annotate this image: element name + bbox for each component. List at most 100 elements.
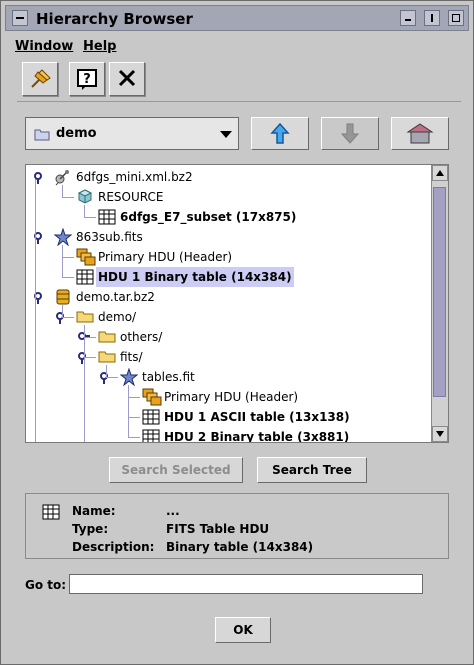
tree-line	[106, 365, 107, 377]
tree-node-label: tables.fit	[142, 370, 195, 384]
tree-line	[62, 317, 74, 318]
tree-line	[62, 305, 63, 317]
cube-icon	[76, 188, 94, 212]
tree-node[interactable]: HDU 2 Binary table (3x881)	[142, 427, 396, 443]
location-combo[interactable]: demo	[25, 117, 239, 150]
hierarchy-tree[interactable]: 6dfgs_mini.xml.bz2 RESOURCE 6dfgs_E7_subse…	[25, 164, 449, 443]
tree-line	[128, 437, 140, 438]
location-label: demo	[56, 126, 97, 141]
tree-line	[62, 197, 74, 198]
tree-line	[84, 357, 96, 358]
tree-node[interactable]: HDU 1 Binary table (14x384)	[76, 267, 396, 287]
tree-line	[84, 205, 85, 217]
tree-line	[84, 217, 96, 218]
type-value: FITS Table HDU	[166, 522, 270, 536]
minimize-icon[interactable]	[400, 10, 416, 26]
ok-button[interactable]: OK	[215, 617, 271, 643]
tree-node[interactable]: 6dfgs_E7_subset (17x875)	[98, 207, 396, 227]
tree-node-label: Primary HDU (Header)	[98, 250, 233, 264]
tree-node[interactable]: 863sub.fits	[53, 227, 396, 247]
title-bar[interactable]: Hierarchy Browser	[5, 5, 469, 31]
tree-node-label: 863sub.fits	[76, 230, 143, 244]
satellite-icon	[54, 168, 72, 192]
tree-node[interactable]: demo/	[76, 307, 396, 327]
close-button[interactable]	[109, 62, 145, 96]
type-label: Type:	[72, 522, 109, 536]
menu-window[interactable]: Window	[15, 39, 73, 54]
description-label: Description:	[72, 540, 155, 554]
star-icon	[119, 367, 139, 392]
tree-node-label: 6dfgs_E7_subset (17x875)	[120, 210, 297, 224]
arrow-down-icon	[340, 123, 360, 144]
scroll-down-icon[interactable]	[432, 426, 448, 442]
tree-line	[35, 179, 36, 442]
maximize-icon[interactable]	[424, 10, 440, 26]
window-title: Hierarchy Browser	[36, 10, 193, 28]
tree-node-label: HDU 1 ASCII table (13x138)	[164, 410, 350, 424]
tree-line	[128, 385, 129, 437]
up-button[interactable]	[251, 117, 309, 150]
search-selected-button[interactable]: Search Selected	[109, 457, 243, 483]
help-button[interactable]: ?	[69, 62, 105, 96]
tree-node[interactable]: RESOURCE	[76, 187, 396, 207]
chevron-down-icon[interactable]	[220, 131, 232, 138]
tree-node-label: HDU 2 Binary table (3x881)	[164, 430, 350, 443]
tree-line	[128, 397, 140, 398]
table-icon	[142, 428, 160, 442]
name-label: Name:	[72, 504, 116, 518]
tree-node-label: fits/	[120, 350, 143, 364]
description-value: Binary table (14x384)	[166, 540, 314, 554]
down-button[interactable]	[321, 117, 379, 150]
close-icon	[118, 69, 136, 87]
window-menu-icon[interactable]	[12, 10, 28, 26]
search-tree-button[interactable]: Search Tree	[257, 457, 367, 483]
tree-node[interactable]: tables.fit	[119, 367, 396, 387]
home-button[interactable]	[391, 117, 449, 150]
tree-node-label: 6dfgs_mini.xml.bz2	[76, 170, 193, 184]
tree-line	[106, 377, 118, 378]
tree-node-label: HDU 1 Binary table (14x384)	[96, 267, 294, 287]
tree-line	[62, 245, 63, 277]
tree-node[interactable]: demo.tar.bz2	[54, 287, 396, 307]
tree-node[interactable]: Primary HDU (Header)	[76, 247, 396, 267]
help-icon: ?	[77, 69, 97, 90]
tree-node[interactable]: fits/	[98, 347, 396, 367]
tree-scrollbar[interactable]	[431, 165, 448, 442]
close-window-icon[interactable]	[448, 10, 464, 26]
tree-node[interactable]: HDU 1 ASCII table (13x138)	[142, 407, 396, 427]
tree-node-label: demo.tar.bz2	[76, 290, 155, 304]
tree-line	[84, 325, 85, 442]
tree-node-label: demo/	[98, 310, 137, 324]
tree-node[interactable]: 6dfgs_mini.xml.bz2	[54, 167, 396, 187]
scroll-up-icon[interactable]	[432, 165, 448, 181]
tree-line	[84, 337, 96, 338]
info-panel: Name: ... Type: FITS Table HDU Descripti…	[25, 493, 449, 559]
pin-icon	[31, 69, 51, 88]
toolbar: ?	[17, 59, 461, 102]
folder-icon	[76, 308, 94, 330]
menu-bar: Window Help	[5, 35, 469, 55]
archive-icon	[54, 288, 72, 312]
goto-input[interactable]	[69, 574, 423, 594]
folder-icon	[34, 129, 50, 141]
name-value: ...	[166, 504, 180, 518]
tree-line	[62, 257, 74, 258]
arrow-up-icon	[270, 122, 290, 144]
tree-line	[128, 417, 140, 418]
star-icon	[53, 227, 73, 252]
home-icon	[406, 123, 434, 144]
tree-line	[62, 277, 74, 278]
tree-node-label: RESOURCE	[98, 190, 164, 204]
tree-node-label: Primary HDU (Header)	[164, 390, 299, 404]
tree-node[interactable]: others/	[98, 327, 396, 347]
menu-help[interactable]: Help	[83, 39, 116, 54]
svg-text:?: ?	[83, 72, 91, 87]
hierarchy-browser-window: Hierarchy Browser Window Help ? demo 6df…	[0, 0, 474, 665]
tree-line	[62, 185, 63, 197]
tree-node-label: others/	[120, 330, 163, 344]
scroll-thumb[interactable]	[433, 187, 446, 397]
tree-node[interactable]: Primary HDU (Header)	[142, 387, 396, 407]
folder-icon	[98, 348, 116, 370]
pin-button[interactable]	[22, 62, 58, 96]
goto-label: Go to:	[25, 578, 67, 592]
